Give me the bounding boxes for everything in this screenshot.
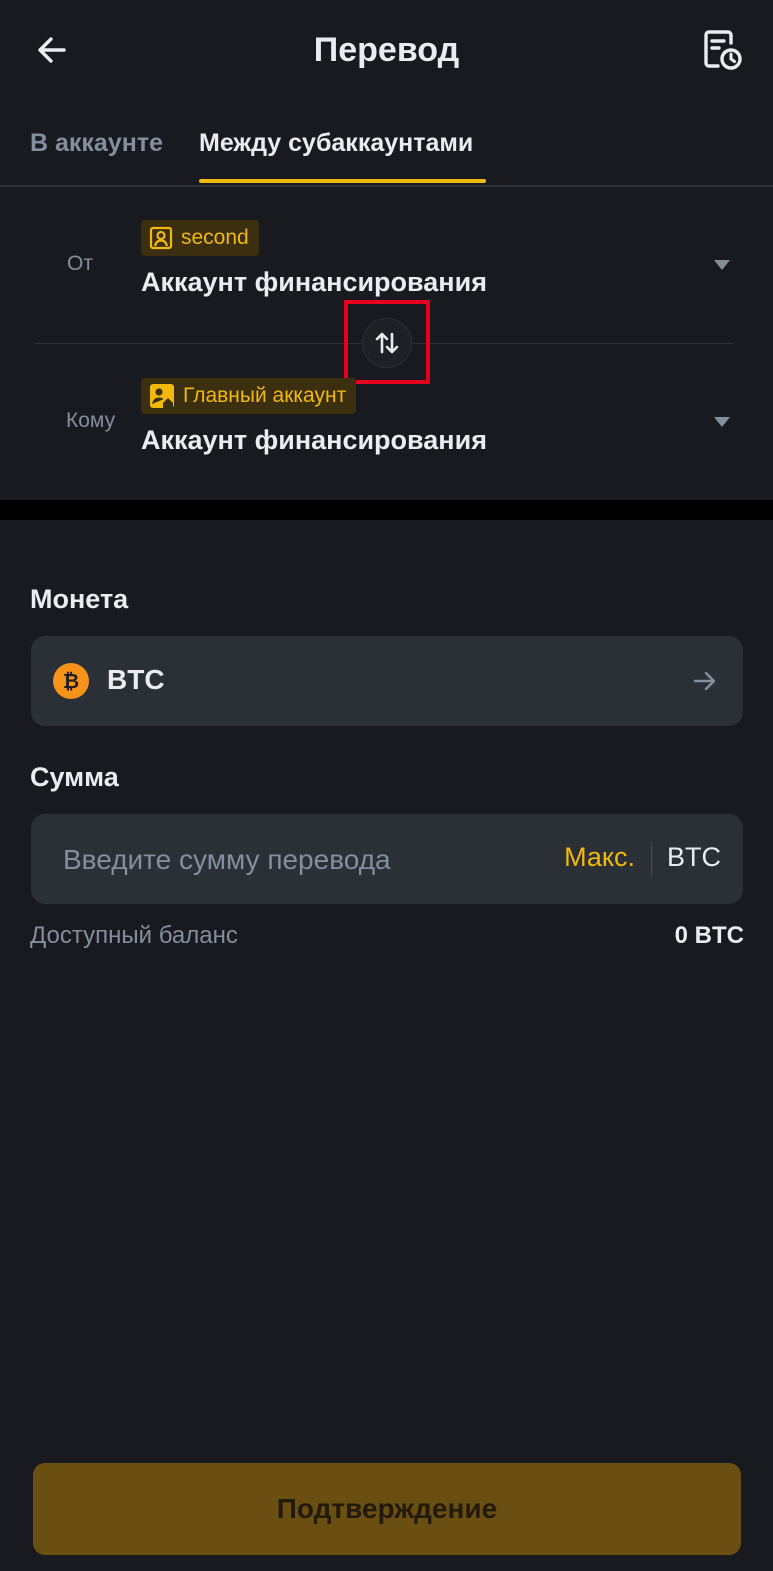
max-button[interactable]: Макс.: [564, 842, 635, 873]
history-button[interactable]: [701, 28, 745, 72]
swap-icon: [375, 332, 399, 354]
from-subaccount-tag: second: [141, 220, 259, 256]
amount-unit: BTC: [667, 842, 721, 872]
main-account-icon: [150, 384, 174, 408]
confirm-button[interactable]: Подтверждение: [33, 1463, 741, 1555]
arrow-right-icon: [693, 671, 716, 691]
header: Перевод: [0, 0, 773, 100]
amount-label: Сумма: [30, 762, 119, 792]
amount-field: Макс. BTC: [31, 814, 743, 906]
to-chevron-down-icon[interactable]: [714, 417, 730, 427]
from-tag-label: second: [181, 226, 249, 249]
tab-within-account[interactable]: В аккаунте: [30, 128, 163, 158]
from-account-select[interactable]: Аккаунт финансирования: [141, 267, 487, 298]
available-balance-label: Доступный баланс: [30, 922, 238, 949]
page-title: Перевод: [313, 31, 460, 69]
transfer-tabs: В аккаунте Между субаккаунтами: [0, 110, 773, 187]
from-label: От: [67, 252, 93, 275]
section-gap: [0, 500, 773, 520]
to-account-select[interactable]: Аккаунт финансирования: [141, 425, 487, 456]
to-tag-label: Главный аккаунт: [183, 384, 347, 407]
swap-accounts-button[interactable]: [362, 318, 412, 368]
tab-between-subaccounts[interactable]: Между субаккаунтами: [199, 128, 473, 158]
separator: [651, 842, 652, 876]
amount-input[interactable]: [61, 814, 545, 906]
to-subaccount-tag: Главный аккаунт: [141, 378, 357, 414]
transfer-accounts-card: От second Аккаунт финансирования Кому Гл…: [0, 187, 773, 500]
to-label: Кому: [66, 409, 116, 432]
available-balance-value: 0 BTC: [674, 922, 744, 949]
history-icon: [704, 30, 742, 70]
bitcoin-icon: ₿: [53, 663, 89, 699]
coin-label: Монета: [30, 584, 129, 614]
coin-selector[interactable]: ₿ BTC: [31, 636, 743, 726]
active-tab-indicator: [199, 179, 486, 183]
confirm-button-label: Подтверждение: [276, 1493, 498, 1524]
from-chevron-down-icon[interactable]: [714, 260, 730, 270]
coin-symbol: BTC: [107, 664, 165, 695]
user-icon: [149, 226, 173, 250]
